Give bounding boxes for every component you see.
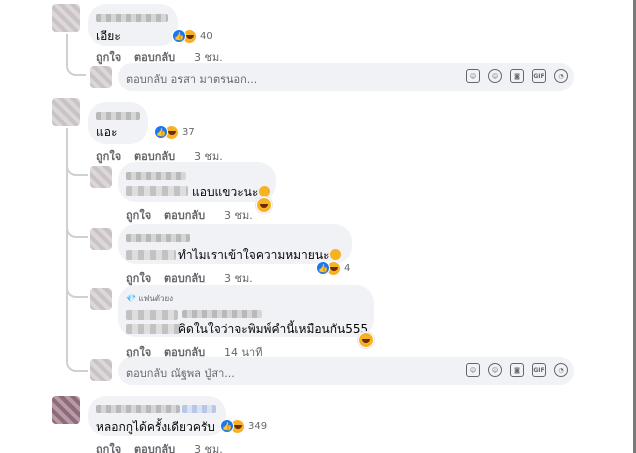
comment-text: เอียะ xyxy=(96,29,121,43)
thread-connector xyxy=(66,282,88,298)
author-name-blurred[interactable] xyxy=(96,112,140,120)
emoji-icon[interactable]: ☺ xyxy=(488,363,502,377)
mention-blurred xyxy=(126,324,180,334)
author-name-blurred[interactable] xyxy=(96,405,180,413)
comment-text: หลอกกูได้ครั้งเดียวครับ xyxy=(96,420,215,434)
camera-icon[interactable]: ◙ xyxy=(510,69,524,83)
thread-connector xyxy=(66,160,88,176)
like-button[interactable]: ถูกใจ xyxy=(126,206,151,224)
reaction-summary[interactable]: 👍 40 xyxy=(172,28,213,44)
avatar[interactable] xyxy=(52,396,80,424)
author-badge-blurred xyxy=(182,405,216,413)
haha-reaction-icon[interactable] xyxy=(256,197,272,213)
thread-connector xyxy=(66,326,88,372)
reaction-count: 349 xyxy=(248,420,268,432)
like-reaction-icon: 👍 xyxy=(172,29,186,43)
mention-blurred xyxy=(126,250,176,260)
avatar xyxy=(90,66,112,88)
reaction-count: 4 xyxy=(344,262,351,274)
camera-icon[interactable]: ◙ xyxy=(510,363,524,377)
mention-blurred xyxy=(126,310,178,320)
reply-placeholder: ตอบกลับ อรสา มาตรนอก... xyxy=(126,73,258,86)
reply-text: คิดในใจว่าจะพิมพ์คำนี้เหมือนกัน555 xyxy=(178,322,369,336)
author-name-blurred[interactable] xyxy=(126,172,186,180)
badge-label: แฟนตัวยง xyxy=(138,294,174,303)
author-name-blurred[interactable] xyxy=(182,310,262,318)
like-reaction-icon: 👍 xyxy=(154,125,168,139)
like-button[interactable]: ถูกใจ xyxy=(96,147,121,165)
author-name-blurred[interactable] xyxy=(96,14,168,22)
reply-tools: ☺ ☺ ◙ GIF ◔ xyxy=(466,69,568,83)
mention-blurred xyxy=(126,186,188,196)
reply-placeholder: ตอบกลับ ณัฐพล ปู่สา... xyxy=(126,367,235,380)
avatar[interactable] xyxy=(90,288,112,310)
reply-tools: ☺ ☺ ◙ GIF ◔ xyxy=(466,363,568,377)
reaction-count: 37 xyxy=(182,126,195,138)
comment-text: แอะ xyxy=(96,125,118,139)
reply-input[interactable]: ตอบกลับ อรสา มาตรนอก... ☺ ☺ ◙ GIF ◔ xyxy=(118,63,574,91)
sticker-icon[interactable]: ◔ xyxy=(554,363,568,377)
haha-reaction-icon[interactable] xyxy=(358,332,374,348)
like-reaction-icon: 👍 xyxy=(220,419,234,433)
reply-button[interactable]: ตอบกลับ xyxy=(164,206,205,224)
sticker-face-icon[interactable]: ☺ xyxy=(466,363,480,377)
avatar[interactable] xyxy=(90,166,112,188)
reply-input[interactable]: ตอบกลับ ณัฐพล ปู่สา... ☺ ☺ ◙ GIF ◔ xyxy=(118,357,574,385)
gif-icon[interactable]: GIF xyxy=(532,69,546,83)
avatar[interactable] xyxy=(52,4,80,32)
thread-connector xyxy=(66,222,88,238)
reaction-summary[interactable]: 👍 4 xyxy=(316,260,350,276)
reply-text-content: แอบแขวะนะ xyxy=(192,185,259,199)
avatar[interactable] xyxy=(52,98,80,126)
reaction-summary[interactable]: 👍 349 xyxy=(220,418,267,434)
comment-time[interactable]: 3 ชม. xyxy=(194,440,223,453)
top-fan-badge: 💎 แฟนตัวยง xyxy=(126,294,174,303)
like-button[interactable]: ถูกใจ xyxy=(96,48,121,66)
thread-connector xyxy=(66,34,86,76)
like-button[interactable]: ถูกใจ xyxy=(96,440,121,453)
author-name-blurred[interactable] xyxy=(126,234,190,242)
sticker-face-icon[interactable]: ☺ xyxy=(466,69,480,83)
laughing-emoji-icon xyxy=(330,249,342,260)
reply-text-content: ทำไมเราเข้าใจความหมายนะ xyxy=(178,248,330,262)
sticker-icon[interactable]: ◔ xyxy=(554,69,568,83)
reaction-summary[interactable]: 👍 37 xyxy=(154,124,195,140)
avatar[interactable] xyxy=(90,228,112,250)
emoji-icon[interactable]: ☺ xyxy=(488,69,502,83)
gif-icon[interactable]: GIF xyxy=(532,363,546,377)
comment-time[interactable]: 3 ชม. xyxy=(224,206,253,224)
reaction-count: 40 xyxy=(200,30,213,42)
like-reaction-icon: 👍 xyxy=(316,261,330,275)
avatar xyxy=(90,359,112,381)
laughing-emoji-icon xyxy=(259,186,271,197)
reply-button[interactable]: ตอบกลับ xyxy=(134,440,175,453)
